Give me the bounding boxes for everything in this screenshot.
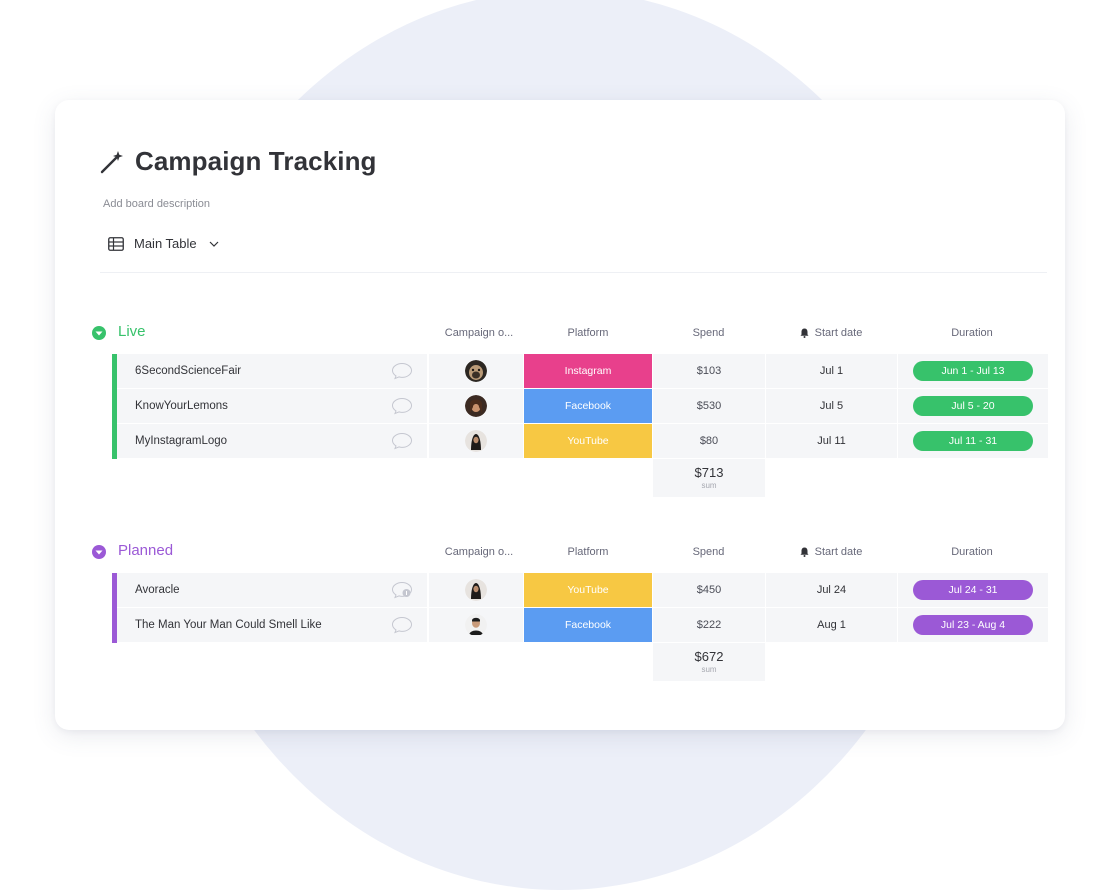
owner-cell[interactable] bbox=[429, 608, 523, 642]
owner-cell[interactable] bbox=[429, 389, 523, 423]
chat-bubble-icon[interactable] bbox=[391, 362, 413, 380]
sum-label: sum bbox=[701, 665, 717, 674]
platform-status-cell[interactable]: YouTube bbox=[524, 573, 652, 607]
dog-avatar-icon bbox=[465, 360, 487, 382]
group-planned: Planned Campaign o... Platform Spend Sta… bbox=[92, 538, 1048, 681]
table-row[interactable]: Avoracle YouTube $450 Jul 24 Jul 24 - 31 bbox=[92, 573, 1048, 608]
column-header-start-date[interactable]: Start date bbox=[765, 546, 897, 558]
item-name: KnowYourLemons bbox=[135, 400, 228, 412]
chat-bubble-icon[interactable] bbox=[391, 432, 413, 450]
owner-cell[interactable] bbox=[429, 573, 523, 607]
table-row[interactable]: The Man Your Man Could Smell Like Facebo… bbox=[92, 608, 1048, 643]
table-row[interactable]: MyInstagramLogo YouTube $80 Jul 11 Jul 1… bbox=[92, 424, 1048, 459]
view-selector[interactable]: Main Table bbox=[108, 236, 219, 251]
spend-summary: $672 sum bbox=[653, 643, 765, 681]
board-description[interactable]: Add board description bbox=[103, 198, 210, 210]
column-header-start-date[interactable]: Start date bbox=[765, 327, 897, 339]
column-header-owner[interactable]: Campaign o... bbox=[432, 546, 526, 558]
column-header-spend[interactable]: Spend bbox=[652, 546, 765, 558]
owner-cell[interactable] bbox=[429, 354, 523, 388]
group-header: Live Campaign o... Platform Spend Start … bbox=[92, 319, 1047, 349]
woman-avatar-icon bbox=[465, 395, 487, 417]
bell-icon bbox=[800, 328, 809, 338]
platform-status-cell[interactable]: Instagram bbox=[524, 354, 652, 388]
group-live: Live Campaign o... Platform Spend Start … bbox=[92, 319, 1048, 497]
item-name-cell[interactable]: MyInstagramLogo bbox=[117, 424, 427, 458]
duration-cell[interactable]: Jun 1 - Jul 13 bbox=[898, 354, 1048, 388]
column-header-platform[interactable]: Platform bbox=[524, 546, 652, 558]
group-header: Planned Campaign o... Platform Spend Sta… bbox=[92, 538, 1047, 568]
start-date-cell[interactable]: Jul 24 bbox=[766, 573, 897, 607]
spend-cell[interactable]: $222 bbox=[653, 608, 765, 642]
magic-wand-icon bbox=[100, 150, 123, 173]
chevron-down-icon bbox=[209, 241, 219, 247]
collapse-toggle-icon[interactable] bbox=[92, 545, 106, 559]
collapse-toggle-icon[interactable] bbox=[92, 326, 106, 340]
timeline-pill[interactable]: Jul 23 - Aug 4 bbox=[913, 615, 1033, 635]
spend-cell[interactable]: $103 bbox=[653, 354, 765, 388]
woman-avatar-icon bbox=[465, 579, 487, 601]
start-date-cell[interactable]: Jul 5 bbox=[766, 389, 897, 423]
item-name: The Man Your Man Could Smell Like bbox=[135, 619, 322, 631]
item-name-cell[interactable]: The Man Your Man Could Smell Like bbox=[117, 608, 427, 642]
header-divider bbox=[100, 272, 1047, 273]
sum-label: sum bbox=[701, 481, 717, 490]
item-name-cell[interactable]: Avoracle bbox=[117, 573, 427, 607]
chat-bubble-icon[interactable] bbox=[391, 397, 413, 415]
board-header: Campaign Tracking bbox=[99, 146, 377, 177]
board-title[interactable]: Campaign Tracking bbox=[135, 146, 377, 177]
table-row[interactable]: KnowYourLemons Facebook $530 Jul 5 Jul 5… bbox=[92, 389, 1048, 424]
woman-avatar-icon bbox=[465, 430, 487, 452]
spend-summary: $713 sum bbox=[653, 459, 765, 497]
sum-value: $713 bbox=[694, 465, 724, 480]
item-name: 6SecondScienceFair bbox=[135, 365, 242, 377]
column-header-owner[interactable]: Campaign o... bbox=[432, 327, 526, 339]
table-icon bbox=[108, 236, 124, 251]
column-header-start-label: Start date bbox=[814, 327, 863, 339]
table-row[interactable]: 6SecondScienceFair Instagram $103 Jul 1 … bbox=[92, 354, 1048, 389]
platform-status-cell[interactable]: Facebook bbox=[524, 389, 652, 423]
column-header-duration[interactable]: Duration bbox=[897, 546, 1047, 558]
item-name-cell[interactable]: KnowYourLemons bbox=[117, 389, 427, 423]
view-label: Main Table bbox=[134, 236, 197, 251]
bell-icon bbox=[800, 547, 809, 557]
start-date-cell[interactable]: Jul 11 bbox=[766, 424, 897, 458]
chat-bubble-icon[interactable] bbox=[391, 616, 413, 634]
spend-cell[interactable]: $530 bbox=[653, 389, 765, 423]
start-date-cell[interactable]: Aug 1 bbox=[766, 608, 897, 642]
timeline-pill[interactable]: Jul 11 - 31 bbox=[913, 431, 1033, 451]
chat-bubble-with-count-icon[interactable] bbox=[391, 581, 413, 599]
sum-value: $672 bbox=[694, 649, 724, 664]
owner-cell[interactable] bbox=[429, 424, 523, 458]
column-header-duration[interactable]: Duration bbox=[897, 327, 1047, 339]
start-date-cell[interactable]: Jul 1 bbox=[766, 354, 897, 388]
column-header-start-label: Start date bbox=[814, 546, 863, 558]
spend-cell[interactable]: $450 bbox=[653, 573, 765, 607]
item-name: MyInstagramLogo bbox=[135, 435, 228, 447]
duration-cell[interactable]: Jul 11 - 31 bbox=[898, 424, 1048, 458]
man-avatar-icon bbox=[465, 614, 487, 636]
timeline-pill[interactable]: Jul 24 - 31 bbox=[913, 580, 1033, 600]
column-header-spend[interactable]: Spend bbox=[652, 327, 765, 339]
group-title[interactable]: Planned bbox=[118, 542, 173, 559]
spend-cell[interactable]: $80 bbox=[653, 424, 765, 458]
group-title[interactable]: Live bbox=[118, 323, 146, 340]
duration-cell[interactable]: Jul 5 - 20 bbox=[898, 389, 1048, 423]
timeline-pill[interactable]: Jun 1 - Jul 13 bbox=[913, 361, 1033, 381]
column-header-platform[interactable]: Platform bbox=[524, 327, 652, 339]
board-card: Campaign Tracking Add board description … bbox=[55, 100, 1065, 730]
item-name-cell[interactable]: 6SecondScienceFair bbox=[117, 354, 427, 388]
duration-cell[interactable]: Jul 23 - Aug 4 bbox=[898, 608, 1048, 642]
item-name: Avoracle bbox=[135, 584, 180, 596]
duration-cell[interactable]: Jul 24 - 31 bbox=[898, 573, 1048, 607]
platform-status-cell[interactable]: Facebook bbox=[524, 608, 652, 642]
timeline-pill[interactable]: Jul 5 - 20 bbox=[913, 396, 1033, 416]
platform-status-cell[interactable]: YouTube bbox=[524, 424, 652, 458]
